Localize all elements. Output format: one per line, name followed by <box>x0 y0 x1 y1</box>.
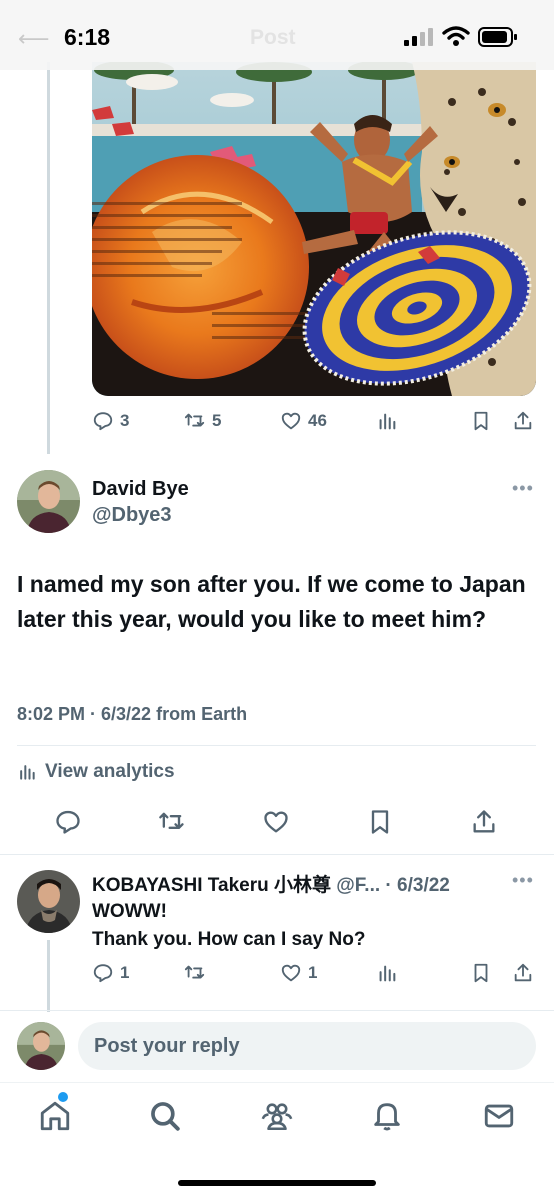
tab-home[interactable] <box>38 1099 72 1133</box>
post-timestamp: 8:02 PM · 6/3/22 from Earth <box>17 704 248 724</box>
bookmark-button[interactable] <box>470 410 492 432</box>
reply-icon <box>93 412 113 431</box>
notifications-icon <box>374 1103 400 1131</box>
repost-button[interactable] <box>184 962 206 984</box>
bookmark-button[interactable] <box>470 962 492 984</box>
status-bar: ⟵ 6:18 Post <box>0 0 554 70</box>
avatar-photo <box>17 1022 65 1070</box>
back-arrow-icon[interactable]: ⟵ <box>18 26 50 52</box>
status-time: 6:18 <box>64 24 111 50</box>
reply-count: 3 <box>120 411 130 430</box>
reply-author-handle[interactable]: @F... <box>336 875 380 896</box>
reply-actions: 1 1 <box>92 962 536 988</box>
like-count: 1 <box>308 963 318 982</box>
reply-input[interactable]: Post your reply <box>78 1022 536 1070</box>
bookmark-button[interactable] <box>366 808 394 836</box>
communities-icon <box>261 1103 293 1131</box>
battery-icon <box>478 27 517 47</box>
reply-icon <box>56 810 80 834</box>
divider <box>0 854 554 855</box>
analytics-icon <box>20 765 35 780</box>
like-button[interactable] <box>262 808 290 836</box>
repost-button[interactable] <box>158 808 186 836</box>
author-avatar[interactable] <box>17 470 80 533</box>
reply-line-2: Thank you. How can I say No? <box>92 929 366 950</box>
reply-icon <box>93 964 113 983</box>
view-analytics-label: View analytics <box>45 761 175 782</box>
avatar-photo <box>17 470 80 533</box>
author-handle[interactable]: @Dbye3 <box>92 504 172 527</box>
repost-button[interactable]: 5 <box>184 410 221 432</box>
unread-indicator-dot <box>58 1092 68 1102</box>
tab-messages[interactable] <box>482 1099 516 1133</box>
tab-notifications[interactable] <box>370 1099 404 1133</box>
view-analytics-link[interactable]: View analytics <box>17 761 175 783</box>
post-media-image[interactable] <box>92 62 536 396</box>
views-button[interactable] <box>376 962 398 984</box>
bookmark-icon <box>474 963 488 983</box>
analytics-icon <box>379 965 396 982</box>
reply-author-name[interactable]: KOBAYASHI Takeru 小林尊 <box>92 875 331 896</box>
heart-icon <box>264 811 288 833</box>
my-avatar[interactable] <box>17 1022 65 1070</box>
reply-author-avatar[interactable] <box>17 870 80 933</box>
page-title: Post <box>250 26 296 49</box>
focused-post-actions <box>0 808 554 840</box>
reply-button[interactable]: 1 <box>92 962 129 984</box>
author-name[interactable]: David Bye <box>92 478 189 501</box>
more-options-icon[interactable]: ••• <box>512 870 534 891</box>
more-options-icon[interactable]: ••• <box>512 478 534 499</box>
original-post-actions: 3 5 46 <box>92 410 536 436</box>
collage-artwork <box>92 62 536 396</box>
repost-icon <box>159 812 184 829</box>
home-icon <box>40 1101 70 1131</box>
reply-count: 1 <box>120 963 130 982</box>
heart-icon <box>281 412 301 430</box>
analytics-icon <box>379 413 396 430</box>
like-count: 46 <box>308 411 327 430</box>
share-button[interactable] <box>512 410 534 432</box>
bottom-tab-bar <box>0 1082 554 1162</box>
tab-communities[interactable] <box>260 1099 294 1133</box>
views-button[interactable] <box>376 410 398 432</box>
repost-count: 5 <box>212 411 222 430</box>
tab-search[interactable] <box>148 1099 182 1133</box>
reply-button[interactable] <box>54 808 82 836</box>
share-icon <box>514 411 532 430</box>
reply-button[interactable]: 3 <box>92 410 129 432</box>
thread-line <box>47 940 50 1012</box>
reply-input-placeholder: Post your reply <box>94 1035 240 1057</box>
cellular-signal-icon <box>404 28 433 46</box>
share-icon <box>514 963 532 982</box>
reply-header: KOBAYASHI Takeru 小林尊 @F... · 6/3/22 <box>92 870 450 897</box>
bookmark-icon <box>474 411 488 431</box>
like-button[interactable]: 1 <box>280 962 317 984</box>
divider <box>17 745 536 746</box>
messages-icon <box>484 1104 514 1128</box>
heart-icon <box>281 964 301 982</box>
divider <box>0 1010 554 1011</box>
wifi-icon <box>442 26 470 46</box>
bookmark-icon <box>371 810 389 834</box>
post-text: I named my son after you. If we come to … <box>17 571 526 632</box>
reply-date: · 6/3/22 <box>385 875 450 896</box>
reply-text: WOWW! Thank you. How can I say No? <box>92 898 365 954</box>
thread-line <box>47 62 50 454</box>
share-button[interactable] <box>470 808 498 836</box>
home-indicator <box>178 1180 376 1186</box>
share-icon <box>473 810 495 833</box>
repost-icon <box>184 965 205 979</box>
repost-icon <box>184 413 205 427</box>
avatar-photo <box>17 870 80 933</box>
like-button[interactable]: 46 <box>280 410 327 432</box>
share-button[interactable] <box>512 962 534 984</box>
reply-line-1: WOWW! <box>92 901 167 922</box>
search-icon <box>151 1102 180 1131</box>
